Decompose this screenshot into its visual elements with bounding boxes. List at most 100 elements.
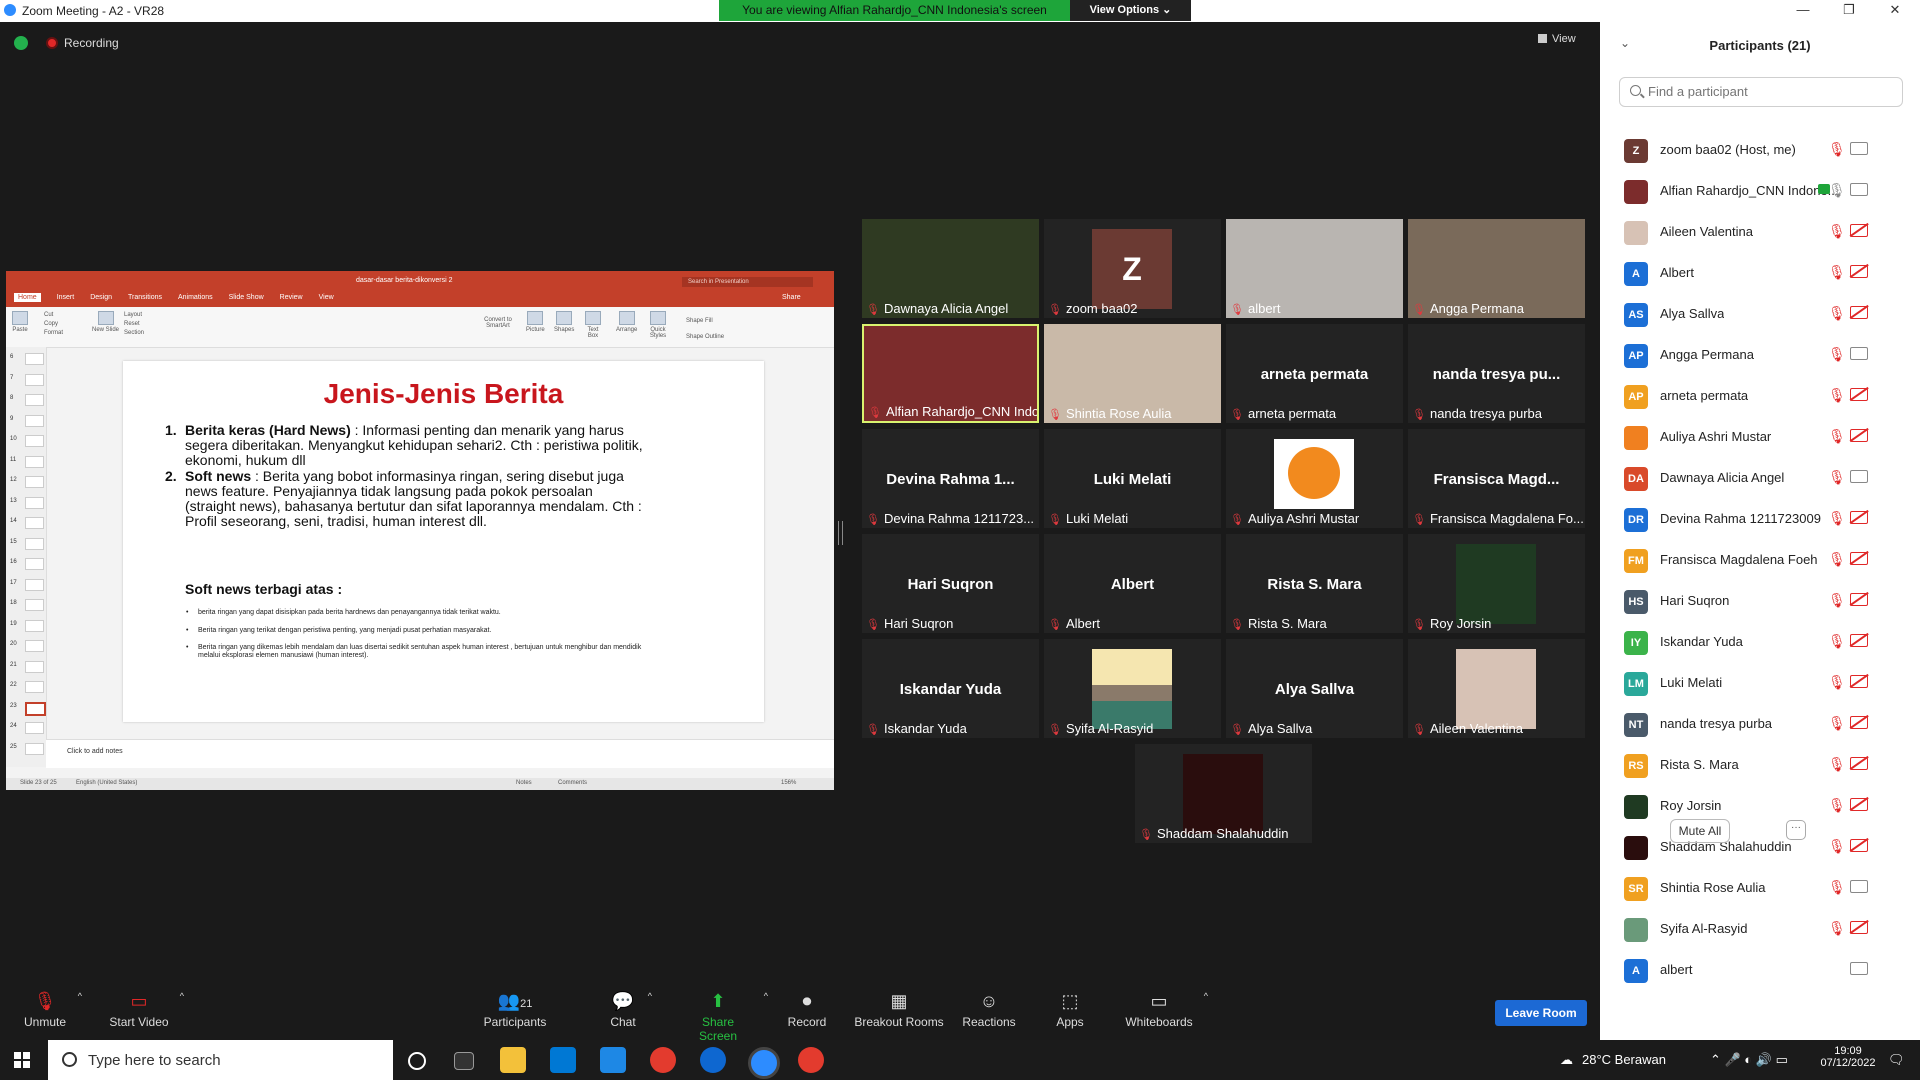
- participant-row[interactable]: AP Angga Permana 🎙: [1600, 335, 1920, 376]
- ppt-tab[interactable]: Transitions: [128, 294, 162, 301]
- taskbar-clock[interactable]: 19:09 07/12/2022: [1818, 1045, 1878, 1069]
- ppt-share-button[interactable]: Share: [782, 294, 801, 301]
- video-icon[interactable]: [1850, 880, 1868, 893]
- video-tile[interactable]: 🎙 Shaddam Shalahuddin: [1135, 744, 1312, 843]
- video-tile[interactable]: Z 🎙 zoom baa02: [1044, 219, 1221, 318]
- arrange-button[interactable]: Arrange: [616, 311, 637, 333]
- ppt-search-box[interactable]: Search in Presentation: [682, 277, 813, 287]
- reactions-button[interactable]: ☺ Reactions: [962, 987, 1016, 1029]
- participant-row[interactable]: Zzoom baa02 (Host, me) 🎙: [1600, 130, 1920, 171]
- participant-row[interactable]: DA Dawnaya Alicia Angel 🎙: [1600, 458, 1920, 499]
- notifications-icon[interactable]: 🗨: [1888, 1052, 1905, 1068]
- maximize-button[interactable]: ❐: [1826, 0, 1872, 22]
- video-tile[interactable]: arneta permata 🎙 arneta permata: [1226, 324, 1403, 423]
- chevron-up-icon[interactable]: ^: [1204, 991, 1208, 1001]
- muted-mic-icon[interactable]: 🎙: [1828, 879, 1846, 896]
- participant-row[interactable]: Shaddam Shalahuddin 🎙: [1600, 827, 1920, 868]
- participant-row[interactable]: SR Shintia Rose Aulia 🎙: [1600, 868, 1920, 909]
- leave-room-button[interactable]: Leave Room: [1495, 1000, 1587, 1026]
- chevron-up-icon[interactable]: ^: [78, 991, 82, 1001]
- video-tile[interactable]: Fransisca Magd... 🎙 Fransisca Magdalena Fo…: [1408, 429, 1585, 528]
- muted-mic-icon[interactable]: 🎙: [1828, 756, 1846, 773]
- ppt-ribbon-tabs[interactable]: Home Insert Design Transitions Animations Sli…: [14, 293, 350, 302]
- video-off-icon[interactable]: [1850, 921, 1868, 934]
- muted-mic-icon[interactable]: 🎙: [1828, 469, 1846, 486]
- tray-icons[interactable]: ⌃ 🎤 ◐ 🔊 ▭: [1710, 1052, 1788, 1068]
- windows-start-icon[interactable]: [14, 1052, 30, 1068]
- slide-thumbnail[interactable]: [25, 640, 44, 652]
- slide-thumbnails[interactable]: 6 7 8 9 10 11 12 13 14 15 16 17 18 19 20 21 22 23 24 25: [6, 347, 47, 767]
- ppt-tab[interactable]: Slide Show: [229, 294, 264, 301]
- video-off-icon[interactable]: [1850, 798, 1868, 811]
- slide-thumbnail[interactable]: [25, 722, 44, 734]
- muted-mic-icon[interactable]: 🎙: [1828, 633, 1846, 650]
- participant-row[interactable]: AS Alya Sallva 🎙: [1600, 294, 1920, 335]
- notes-pane[interactable]: Click to add notes: [46, 739, 834, 768]
- participant-row[interactable]: FM Fransisca Magdalena Foeh 🎙: [1600, 540, 1920, 581]
- slide-thumbnail[interactable]: [25, 373, 44, 386]
- muted-mic-icon[interactable]: 🎙: [1828, 387, 1846, 404]
- video-icon[interactable]: [1850, 142, 1868, 155]
- muted-mic-icon[interactable]: 🎙: [1828, 838, 1846, 855]
- ppt-tab[interactable]: Review: [280, 294, 303, 301]
- share-screen-button[interactable]: ⬆ Share Screen ^: [682, 987, 768, 1043]
- new-slide-button[interactable]: New Slide: [92, 311, 119, 333]
- video-off-icon[interactable]: [1850, 593, 1868, 606]
- slide-thumbnail[interactable]: [25, 476, 44, 488]
- muted-mic-icon[interactable]: 🎙: [1828, 674, 1846, 691]
- video-tile[interactable]: Hari Suqron 🎙 Hari Suqron: [862, 534, 1039, 633]
- view-button[interactable]: View: [1538, 33, 1576, 45]
- mail-icon[interactable]: [600, 1047, 626, 1073]
- layout-button[interactable]: Layout: [124, 311, 144, 320]
- video-icon[interactable]: [1850, 183, 1868, 196]
- video-tile[interactable]: 🎙 albert: [1226, 219, 1403, 318]
- unmute-button[interactable]: 🎙 Unmute ^: [22, 987, 82, 1029]
- store-icon[interactable]: [550, 1047, 576, 1073]
- muted-mic-icon[interactable]: 🎙: [1828, 551, 1846, 568]
- more-options-button[interactable]: ···: [1786, 820, 1806, 840]
- video-off-icon[interactable]: [1850, 716, 1868, 729]
- slide-thumbnail[interactable]: [25, 701, 46, 716]
- muted-mic-icon[interactable]: 🎙: [1828, 346, 1846, 363]
- slide-thumbnail[interactable]: [25, 496, 44, 509]
- chevron-up-icon[interactable]: ^: [648, 991, 652, 1001]
- shared-powerpoint-window[interactable]: dasar-dasar berita-dikonversi 2 Search i…: [6, 271, 834, 790]
- slide-thumbnail[interactable]: [25, 394, 44, 406]
- split-resize-handle[interactable]: [838, 521, 843, 545]
- participant-row[interactable]: AP arneta permata 🎙: [1600, 376, 1920, 417]
- participant-row[interactable]: Syifa Al-Rasyid 🎙: [1600, 909, 1920, 950]
- video-tile[interactable]: 🎙 Aileen Valentina: [1408, 639, 1585, 738]
- participant-search[interactable]: [1619, 77, 1903, 107]
- participant-row[interactable]: LM Luki Melati 🎙: [1600, 663, 1920, 704]
- participant-search-input[interactable]: [1646, 83, 1900, 100]
- video-off-icon[interactable]: [1850, 224, 1868, 237]
- participant-row[interactable]: Aalbert: [1600, 950, 1920, 991]
- comments-toggle[interactable]: Comments: [558, 780, 587, 786]
- chat-button[interactable]: 💬 Chat ^: [608, 987, 652, 1029]
- muted-mic-icon[interactable]: 🎙: [1828, 428, 1846, 445]
- muted-mic-icon[interactable]: 🎙: [1828, 305, 1846, 322]
- slide-thumbnail[interactable]: [25, 537, 44, 550]
- close-button[interactable]: ✕: [1872, 0, 1918, 22]
- video-tile[interactable]: Alya Sallva 🎙 Alya Sallva: [1226, 639, 1403, 738]
- muted-mic-icon[interactable]: 🎙: [1828, 264, 1846, 281]
- slide-thumbnail[interactable]: [25, 517, 44, 529]
- start-video-button[interactable]: ▭ Start Video ^: [108, 987, 184, 1029]
- format-painter-button[interactable]: Format: [44, 329, 63, 338]
- taskbar-search-box[interactable]: Type here to search: [48, 1040, 393, 1080]
- video-icon[interactable]: [1850, 962, 1868, 975]
- video-tile[interactable]: nanda tresya pu... 🎙 nanda tresya purba: [1408, 324, 1585, 423]
- view-options-button[interactable]: View Options ⌄: [1070, 0, 1191, 21]
- zoom-app-icon[interactable]: [748, 1047, 780, 1079]
- slide-thumbnail[interactable]: [25, 578, 44, 591]
- ppt-paste-button[interactable]: Paste: [12, 311, 28, 333]
- video-tile[interactable]: 🎙Alfian Rahardjo_CNN Indon...: [862, 324, 1039, 423]
- ppt-tab[interactable]: Home: [14, 293, 41, 302]
- slide-thumbnail[interactable]: [25, 681, 44, 693]
- video-icon[interactable]: [1850, 347, 1868, 360]
- video-tile[interactable]: 🎙 Shintia Rose Aulia: [1044, 324, 1221, 423]
- slide-canvas[interactable]: Jenis-Jenis Berita 1. Berita keras (Hard…: [123, 361, 764, 722]
- cortana-icon[interactable]: [408, 1052, 426, 1070]
- slide-thumbnail[interactable]: [25, 414, 44, 427]
- teamviewer-icon[interactable]: [700, 1047, 726, 1073]
